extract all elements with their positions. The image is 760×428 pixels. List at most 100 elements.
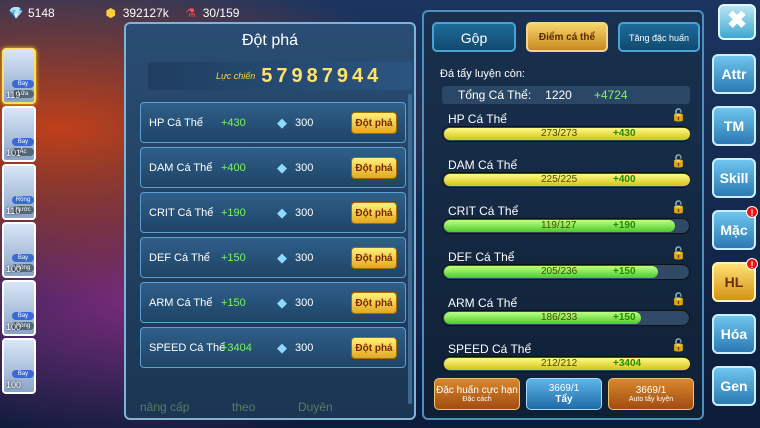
diamond-icon: ◆ [277, 339, 287, 355]
tab-bar: Gộp Điểm cá thể Tăng đặc huấn [432, 22, 700, 52]
stat-bar: 212/212 +3404 [442, 356, 690, 372]
diamond-icon: ◆ [277, 204, 287, 220]
stat-name: ARM Cá Thể [448, 296, 518, 310]
side-nav-label: Mặc [720, 222, 748, 238]
total-label: Tổng Cá Thể: [458, 88, 532, 102]
side-nav-label: HL [724, 274, 744, 290]
creature-slot[interactable]: Bay 100 [2, 338, 36, 394]
lock-icon[interactable]: 🔓 [671, 200, 686, 214]
type-tag: Bay [12, 254, 34, 262]
creature-level: 100 [6, 322, 22, 332]
creature-list: Bay Lửa 119 Bay Ác 101 Rồng Nước 110 Bay Rồng 100 Ba… [2, 48, 38, 396]
stat-value: 212/212 [541, 358, 578, 369]
breakthrough-button[interactable]: Đột phá [351, 292, 397, 314]
stat-name: SPEED Cá Thể [448, 342, 532, 356]
gem-icon: 💎 [8, 6, 24, 20]
tab-merge[interactable]: Gộp [432, 22, 516, 52]
stat-value: 273/273 [541, 128, 578, 139]
total-value: 1220 [545, 88, 572, 102]
side-nav-skill[interactable]: Skill [712, 158, 756, 198]
auto-wash-button[interactable]: 3669/1 Auto tẩy luyện [608, 378, 694, 410]
creature-level: 119 [6, 90, 21, 100]
side-nav-label: Hóa [720, 326, 748, 342]
side-nav-hóa[interactable]: Hóa [712, 314, 756, 354]
scrollbar[interactable] [408, 94, 412, 404]
close-icon[interactable]: ✖ [718, 4, 756, 40]
total-individual-row: Tổng Cá Thể: 1220 +4724 [442, 86, 690, 104]
stat-value: 205/236 [541, 266, 578, 277]
stat-plus: +150 [221, 251, 246, 264]
creature-slot[interactable]: Rồng Nước 110 [2, 164, 36, 220]
stat-plus: +430 [221, 116, 246, 129]
stat-plus: +400 [613, 174, 636, 185]
stat-name: ARM Cá Thể [149, 296, 213, 309]
type-tag: Bay [12, 312, 34, 320]
auto-wash-count: 3669/1 [635, 385, 667, 396]
wash-button[interactable]: 3669/1 Tẩy [526, 378, 602, 410]
stat-name: CRIT Cá Thể [149, 206, 214, 219]
coin-stat: ⬢ 392127k [103, 5, 169, 21]
lock-icon[interactable]: 🔓 [671, 292, 686, 306]
lock-icon[interactable]: 🔓 [671, 246, 686, 260]
side-nav-mặc[interactable]: Mặc! [712, 206, 758, 250]
notification-badge: ! [746, 206, 758, 218]
stat-name: CRIT Cá Thể [448, 204, 519, 218]
breakthrough-button[interactable]: Đột phá [351, 157, 397, 179]
creature-slot[interactable]: Bay Ác 101 [2, 106, 36, 162]
side-nav-tm[interactable]: TM [712, 106, 756, 146]
wash-label: Tẩy [555, 394, 573, 405]
tab-individual-points[interactable]: Điểm cá thể [526, 22, 608, 52]
stat-name: DEF Cá Thể [149, 251, 210, 264]
stat-plus: +430 [613, 128, 636, 139]
combat-power-box: Lực chiến 57987944 [148, 62, 412, 90]
diamond-icon: ◆ [277, 249, 287, 265]
creature-slot[interactable]: Bay Rồng 100 [2, 280, 36, 336]
auto-wash-label: Auto tẩy luyện [628, 396, 674, 403]
breakthrough-button[interactable]: Đột phá [351, 247, 397, 269]
action-buttons: Đặc huấn cực hạn Đặc cách 3669/1 Tẩy 366… [434, 378, 694, 410]
stat-bar: 273/273 +430 [442, 126, 690, 142]
coin-count: 392127k [122, 6, 169, 20]
stat-name: HP Cá Thể [448, 112, 507, 126]
stat-row: ARM Cá Thể 🔓 186/233 +150 [442, 292, 692, 338]
cost-value: 300 [295, 206, 314, 219]
stat-plus: +150 [221, 296, 246, 309]
breakthrough-rows: HP Cá Thể +430 ◆ 300 Đột phá DAM Cá Thể +… [140, 102, 406, 372]
combat-power-value: 57987944 [261, 64, 383, 87]
stat-name: DAM Cá Thể [149, 161, 213, 174]
lock-icon[interactable]: 🔓 [671, 108, 686, 122]
breakthrough-row: CRIT Cá Thể +190 ◆ 300 Đột phá [140, 192, 406, 233]
side-nav-hl[interactable]: HL! [712, 258, 758, 302]
breakthrough-button[interactable]: Đột phá [351, 202, 397, 224]
stats-panel: Gộp Điểm cá thể Tăng đặc huấn Đá tẩy luy… [422, 10, 704, 420]
wash-count: 3669/1 [548, 383, 580, 394]
gem-stat: 💎 5148 [8, 5, 55, 21]
creature-slot[interactable]: Bay Lửa 119 [2, 48, 36, 104]
stat-value: 186/233 [541, 312, 578, 323]
extreme-training-button[interactable]: Đặc huấn cực hạn Đặc cách [434, 378, 520, 410]
tab-special-training[interactable]: Tăng đặc huấn [618, 22, 700, 52]
lock-icon[interactable]: 🔓 [671, 338, 686, 352]
breakthrough-button[interactable]: Đột phá [351, 112, 397, 134]
side-nav-gen[interactable]: Gen [712, 366, 756, 406]
creature-level: 100 [6, 380, 22, 390]
stat-plus: +190 [613, 220, 636, 231]
breakthrough-row: SPEED Cá Thể +3404 ◆ 300 Đột phá [140, 327, 406, 368]
lock-icon[interactable]: 🔓 [671, 154, 686, 168]
stat-name: DEF Cá Thể [448, 250, 515, 264]
cost-value: 300 [295, 341, 314, 354]
breakthrough-row: DAM Cá Thể +400 ◆ 300 Đột phá [140, 147, 406, 188]
stat-plus: +150 [613, 266, 636, 277]
side-nav-label: TM [723, 118, 745, 134]
stat-name: DAM Cá Thể [448, 158, 518, 172]
potion-icon: ⚗ [185, 6, 197, 20]
breakthrough-button[interactable]: Đột phá [351, 337, 397, 359]
creature-slot[interactable]: Bay Rồng 100 [2, 222, 36, 278]
panel-title: Đột phá [241, 32, 299, 49]
diamond-icon: ◆ [277, 159, 287, 175]
breakthrough-row: ARM Cá Thể +150 ◆ 300 Đột phá [140, 282, 406, 323]
stat-value: 119/127 [541, 220, 577, 231]
side-nav-attr[interactable]: Attr [712, 54, 756, 94]
breakthrough-row: DEF Cá Thể +150 ◆ 300 Đột phá [140, 237, 406, 278]
type-tag: Rồng [12, 196, 34, 204]
